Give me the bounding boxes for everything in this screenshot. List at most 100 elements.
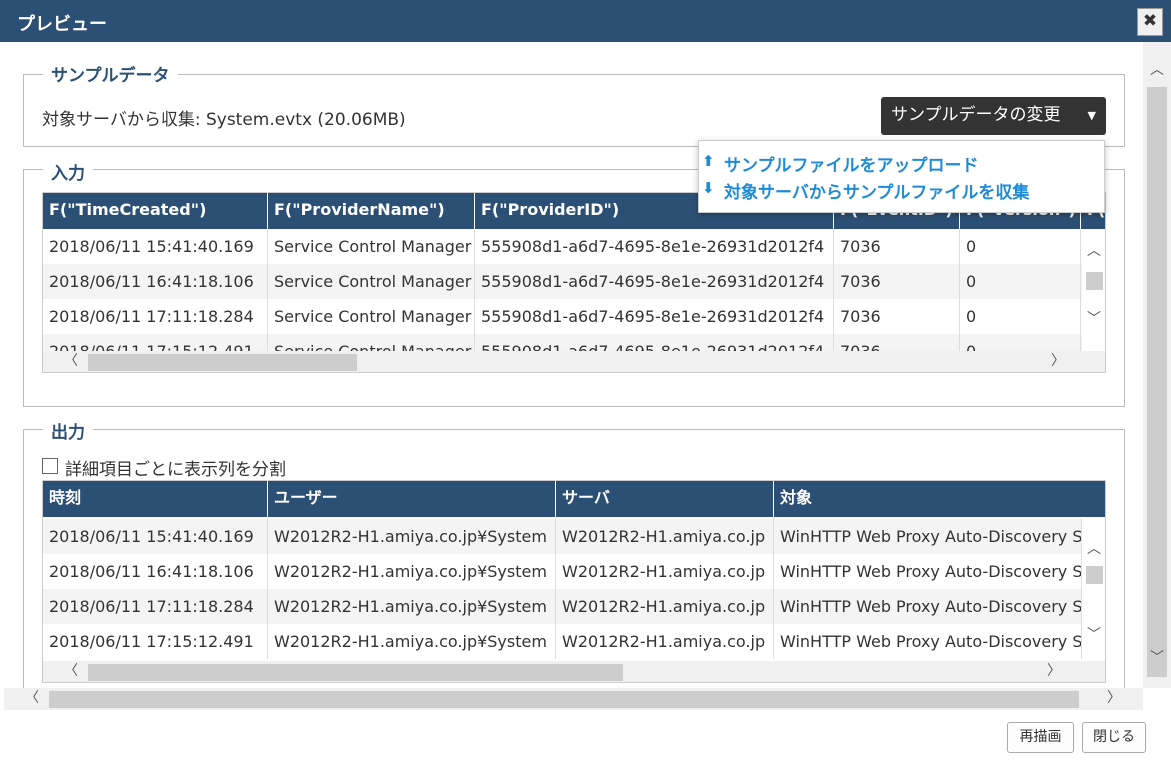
input-hscroll-thumb[interactable] (88, 354, 357, 371)
output-cell: WinHTTP Web Proxy Auto-Discovery S (774, 519, 1082, 554)
output-cell: W2012R2-H1.amiya.co.jp (556, 554, 774, 589)
input-cell: Service Control Manager (268, 264, 475, 299)
output-vscrollbar[interactable]: ︿ ﹀ (1082, 519, 1105, 661)
output-cell: WinHTTP Web Proxy Auto-Discovery S (774, 624, 1082, 659)
main-hscrollbar[interactable]: 〈 〉 (4, 688, 1143, 710)
scroll-right-icon[interactable]: 〉 (1048, 353, 1068, 369)
output-cell: 2018/06/11 17:15:12.491 (43, 624, 268, 659)
input-cell: 2018/06/11 16:41:18.106 (43, 264, 268, 299)
table-row[interactable]: 2018/06/11 16:41:18.106 Service Control … (43, 264, 1105, 299)
table-row[interactable]: 2018/06/11 17:11:18.284 Service Control … (43, 299, 1105, 334)
input-cell: 2018/06/11 17:15:12.491 (43, 334, 268, 351)
input-cell: Service Control Manager (268, 334, 475, 351)
close-icon: ✖ (1142, 11, 1158, 31)
output-cell: W2012R2-H1.amiya.co.jp (556, 624, 774, 659)
input-cell: 2018/06/11 15:41:40.169 (43, 229, 268, 264)
scroll-up-icon[interactable]: ︿ (1084, 243, 1104, 259)
split-columns-checkbox[interactable] (42, 458, 58, 474)
input-vscroll-thumb[interactable] (1086, 272, 1103, 290)
output-cell: 2018/06/11 17:11:18.284 (43, 589, 268, 624)
output-cell: W2012R2-H1.amiya.co.jp (556, 519, 774, 554)
output-hscroll-thumb[interactable] (88, 664, 623, 681)
input-cell: Service Control Manager (268, 229, 475, 264)
input-cell: 0 (960, 229, 1081, 264)
output-cell: WinHTTP Web Proxy Auto-Discovery S (774, 554, 1082, 589)
input-cell: 0 (960, 264, 1081, 299)
output-hscrollbar[interactable]: 〈 〉 (43, 661, 1105, 682)
scroll-down-icon[interactable]: ﹀ (1147, 650, 1167, 666)
output-col-header[interactable]: 時刻 (43, 481, 268, 517)
sample-change-menu: ⬆ サンプルファイルをアップロード ⬇ 対象サーバからサンプルファイルを収集 (698, 140, 1105, 213)
input-cell: 555908d1-a6d7-4695-8e1e-26931d2012f4 (475, 334, 834, 351)
dialog-titlebar: プレビュー ✖ (0, 0, 1171, 42)
output-grid-header: 時刻 ユーザー サーバ 対象 (43, 481, 1105, 517)
input-cell: 0 (960, 334, 1081, 351)
split-columns-label[interactable]: 詳細項目ごとに表示列を分割 (65, 455, 286, 480)
table-row[interactable]: 2018/06/11 17:11:18.284 W2012R2-H1.amiya… (43, 589, 1105, 624)
input-col-header[interactable]: F("TimeCreated") (43, 193, 268, 229)
output-cell: WinHTTP Web Proxy Auto-Discovery S (774, 589, 1082, 624)
table-row[interactable]: 2018/06/11 17:15:12.491 W2012R2-H1.amiya… (43, 624, 1105, 659)
menu-item-upload[interactable]: ⬆ サンプルファイルをアップロード (702, 151, 979, 176)
scroll-down-icon[interactable]: ﹀ (1084, 311, 1104, 327)
close-dialog-button[interactable]: 閉じる (1082, 722, 1146, 753)
output-cell: W2012R2-H1.amiya.co.jp¥System (268, 519, 556, 554)
output-cell: 2018/06/11 15:41:40.169 (43, 519, 268, 554)
change-sample-label: サンプルデータの変更 (891, 105, 1061, 125)
input-cell: 555908d1-a6d7-4695-8e1e-26931d2012f4 (475, 264, 834, 299)
input-cell: 7036 (834, 229, 960, 264)
output-vscroll-thumb[interactable] (1086, 566, 1103, 584)
menu-item-collect[interactable]: ⬇ 対象サーバからサンプルファイルを収集 (702, 178, 1030, 203)
scroll-up-icon[interactable]: ︿ (1147, 62, 1167, 78)
menu-item-collect-label: 対象サーバからサンプルファイルを収集 (724, 183, 1030, 203)
output-col-header[interactable]: ユーザー (268, 481, 556, 517)
input-cell: 555908d1-a6d7-4695-8e1e-26931d2012f4 (475, 229, 834, 264)
input-cell: 555908d1-a6d7-4695-8e1e-26931d2012f4 (475, 299, 834, 334)
dialog-footer: 再描画 閉じる (0, 710, 1171, 763)
input-legend: 入力 (43, 159, 93, 184)
input-cell: Service Control Manager (268, 299, 475, 334)
main-vscroll-thumb[interactable] (1147, 87, 1167, 677)
input-cell: 7036 (834, 264, 960, 299)
output-col-header[interactable]: 対象 (774, 481, 1105, 517)
input-grid: F("TimeCreated") F("ProviderName") F("Pr… (42, 192, 1106, 373)
output-col-header[interactable]: サーバ (556, 481, 774, 517)
scroll-left-icon[interactable]: 〈 (61, 353, 81, 369)
input-cell: 2018/06/11 17:11:18.284 (43, 299, 268, 334)
sample-source-text: 対象サーバから収集: System.evtx (20.06MB) (42, 110, 406, 130)
input-vscrollbar[interactable]: ︿ ﹀ (1082, 229, 1105, 351)
scroll-right-icon[interactable]: 〉 (1044, 663, 1064, 679)
input-cell: 7036 (834, 334, 960, 351)
table-row[interactable]: 2018/06/11 15:41:40.169 W2012R2-H1.amiya… (43, 519, 1105, 554)
output-cell: W2012R2-H1.amiya.co.jp (556, 589, 774, 624)
dialog-title: プレビュー (17, 14, 107, 35)
close-button[interactable]: ✖ (1137, 8, 1163, 36)
dialog-content: サンプルデータ 対象サーバから収集: System.evtx (20.06MB)… (0, 42, 1143, 688)
output-cell: 2018/06/11 16:41:18.106 (43, 554, 268, 589)
input-cell: 0 (960, 299, 1081, 334)
main-hscroll-thumb[interactable] (49, 691, 1079, 708)
output-cell: W2012R2-H1.amiya.co.jp¥System (268, 589, 556, 624)
redraw-button[interactable]: 再描画 (1007, 722, 1074, 753)
scroll-right-icon[interactable]: 〉 (1104, 690, 1124, 706)
output-cell: W2012R2-H1.amiya.co.jp¥System (268, 554, 556, 589)
output-grid: 時刻 ユーザー サーバ 対象 2018/06/11 15:41:40.169 W… (42, 480, 1106, 683)
change-sample-button[interactable]: サンプルデータの変更 ▼ (881, 97, 1106, 135)
input-cell: 7036 (834, 299, 960, 334)
output-legend: 出力 (43, 418, 93, 443)
menu-item-upload-label: サンプルファイルをアップロード (724, 156, 979, 176)
main-vscrollbar[interactable]: ︿ ﹀ (1143, 42, 1171, 688)
scroll-left-icon[interactable]: 〈 (61, 663, 81, 679)
sample-data-legend: サンプルデータ (43, 61, 178, 86)
table-row[interactable]: 2018/06/11 17:15:12.491 Service Control … (43, 334, 1105, 351)
upload-icon: ⬆ (702, 152, 715, 170)
download-icon: ⬇ (702, 179, 715, 197)
table-row[interactable]: 2018/06/11 15:41:40.169 Service Control … (43, 229, 1105, 264)
input-col-header[interactable]: F("ProviderName") (268, 193, 475, 229)
output-cell: W2012R2-H1.amiya.co.jp¥System (268, 624, 556, 659)
input-hscrollbar[interactable]: 〈 〉 (43, 351, 1105, 372)
scroll-up-icon[interactable]: ︿ (1084, 541, 1104, 557)
scroll-left-icon[interactable]: 〈 (22, 690, 42, 706)
scroll-down-icon[interactable]: ﹀ (1084, 627, 1104, 643)
table-row[interactable]: 2018/06/11 16:41:18.106 W2012R2-H1.amiya… (43, 554, 1105, 589)
